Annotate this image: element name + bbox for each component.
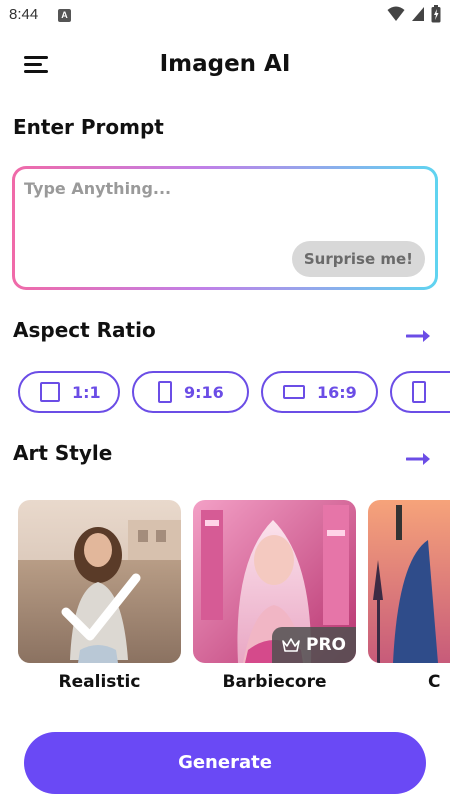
art-style-row: Realistic PRO Barbiecore C (18, 500, 450, 700)
art-style-card-barbiecore[interactable]: PRO Barbiecore (193, 500, 356, 692)
aspect-ratio-heading: Aspect Ratio (13, 318, 156, 342)
aspect-ratio-arrow-icon[interactable] (406, 327, 432, 345)
third-style-thumbnail (368, 500, 450, 663)
prompt-box: Surprise me! (12, 166, 438, 290)
art-style-label: Barbiecore (222, 672, 327, 692)
aspect-ratio-chip-9-16[interactable]: 9:16 (132, 371, 249, 413)
prompt-heading: Enter Prompt (13, 115, 164, 139)
prompt-input[interactable] (24, 179, 414, 198)
art-style-arrow-icon[interactable] (406, 450, 432, 468)
barbiecore-thumbnail: PRO (193, 500, 356, 663)
battery-icon (431, 5, 441, 23)
aspect-ratio-label: 1:1 (72, 382, 101, 402)
crown-icon (282, 638, 300, 652)
realistic-thumbnail (18, 500, 181, 663)
aspect-ratio-chip-16-9[interactable]: 16:9 (261, 371, 378, 413)
status-bar: 8:44 A (0, 0, 450, 32)
portrait-rect-icon (158, 381, 172, 403)
landscape-rect-icon (283, 385, 305, 399)
pro-badge: PRO (271, 627, 356, 663)
art-style-label: Realistic (58, 672, 141, 692)
art-style-heading: Art Style (13, 441, 113, 465)
art-style-card-realistic[interactable]: Realistic (18, 500, 181, 692)
art-style-label: C (428, 672, 441, 692)
notification-icon: A (58, 9, 71, 22)
portrait-rect-icon (412, 381, 426, 403)
aspect-ratio-label: 9:16 (184, 382, 224, 402)
prompt-box-inner: Surprise me! (15, 169, 435, 287)
app-title: Imagen AI (159, 51, 291, 77)
status-icons (387, 5, 441, 23)
wifi-icon (387, 6, 405, 21)
surprise-me-button[interactable]: Surprise me! (291, 241, 425, 277)
aspect-ratio-label: 16:9 (317, 382, 357, 402)
aspect-ratio-row: 1:1 9:16 16:9 (18, 371, 450, 415)
status-time: 8:44 (9, 6, 39, 23)
pro-badge-label: PRO (305, 635, 346, 655)
generate-button[interactable]: Generate (24, 732, 426, 794)
aspect-ratio-chip-more[interactable] (390, 371, 450, 413)
aspect-ratio-chip-1-1[interactable]: 1:1 (18, 371, 120, 413)
art-style-card-third[interactable]: C (368, 500, 450, 692)
square-icon (40, 382, 60, 402)
app-bar: Imagen AI (0, 40, 450, 92)
cell-signal-icon (412, 7, 424, 21)
